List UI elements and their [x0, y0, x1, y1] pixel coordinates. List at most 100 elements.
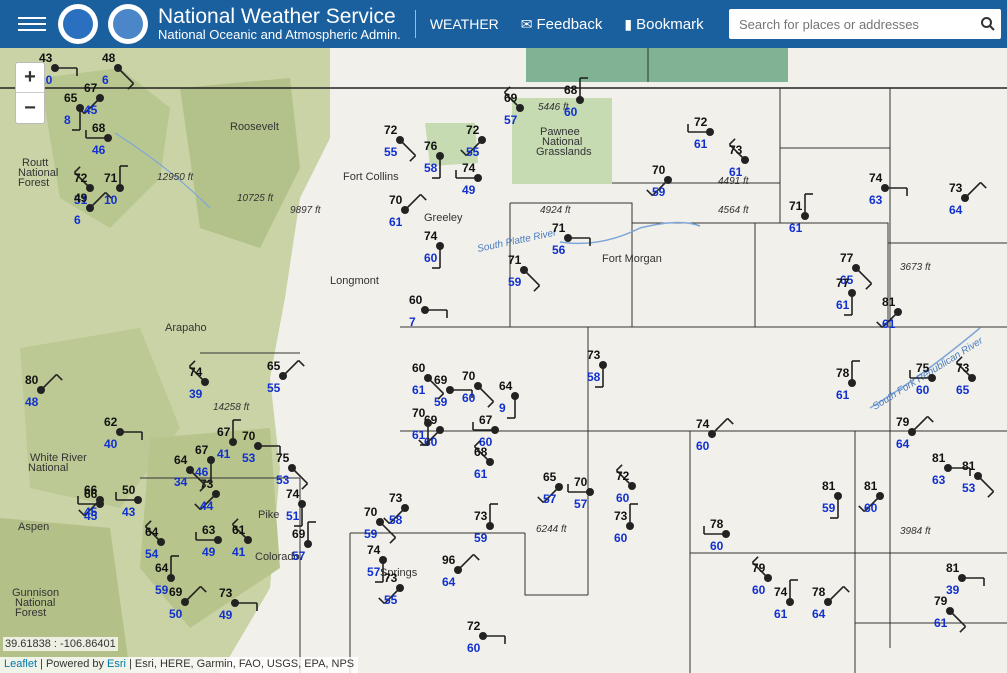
temperature-value: 50 [122, 483, 136, 497]
dewpoint-value: 60 [752, 583, 766, 597]
station-dot [86, 204, 94, 212]
dewpoint-value: 57 [367, 565, 381, 579]
zoom-out-button[interactable]: − [16, 93, 44, 123]
station-dot [401, 504, 409, 512]
temperature-value: 73 [587, 348, 601, 362]
station-dot [834, 492, 842, 500]
temperature-value: 96 [442, 553, 456, 567]
station-dot [706, 128, 714, 136]
nws-logo[interactable] [108, 4, 148, 44]
dewpoint-value: 64 [812, 607, 826, 621]
temperature-value: 81 [864, 479, 878, 493]
dewpoint-value: 55 [267, 381, 281, 395]
station-dot [212, 490, 220, 498]
station-dot [848, 289, 856, 297]
station-dot [436, 152, 444, 160]
temperature-value: 62 [104, 415, 118, 429]
temperature-value: 79 [896, 415, 910, 429]
leaflet-link[interactable]: Leaflet [4, 658, 37, 672]
station-dot [436, 426, 444, 434]
esri-link[interactable]: Esri [107, 658, 126, 672]
dewpoint-value: 63 [869, 193, 883, 207]
station-dot [958, 574, 966, 582]
dewpoint-value: 59 [364, 527, 378, 541]
temperature-value: 70 [242, 429, 256, 443]
dewpoint-value: 61 [412, 428, 426, 442]
temperature-value: 81 [962, 459, 976, 473]
station-dot [722, 530, 730, 538]
map-svg: Fort CollinsGreeleyFort MorganLongmontPa… [0, 48, 1007, 673]
bookmark-link[interactable]: ▮ Bookmark [624, 16, 703, 33]
dewpoint-value: 60 [616, 491, 630, 505]
temperature-value: 64 [145, 525, 159, 539]
feedback-link[interactable]: ✉ Feedback [521, 16, 603, 33]
place-label: Fort Collins [343, 171, 399, 183]
temperature-value: 64 [155, 561, 169, 575]
elevation-label: 4564 ft [718, 205, 750, 216]
place-label: Fort Morgan [602, 253, 662, 265]
place-label: National [28, 462, 68, 474]
station-dot [231, 599, 239, 607]
map-canvas[interactable]: Fort Collins Greeley Fort Morgan Longmont Pa… [0, 48, 1007, 673]
station-dot [564, 234, 572, 242]
dewpoint-value: 61 [774, 607, 788, 621]
station-dot [167, 574, 175, 582]
dewpoint-value: 10 [104, 193, 118, 207]
temperature-value: 70 [652, 163, 666, 177]
station-dot [852, 264, 860, 272]
station-dot [555, 483, 563, 491]
station-dot [201, 378, 209, 386]
place-label: Arapaho [165, 322, 207, 334]
temperature-value: 78 [812, 585, 826, 599]
search-input[interactable] [729, 16, 975, 32]
dewpoint-value: 60 [614, 531, 628, 545]
dewpoint-value: 51 [286, 509, 300, 523]
station-dot [288, 464, 296, 472]
station-dot [96, 496, 104, 504]
dewpoint-value: 64 [896, 437, 910, 451]
temperature-value: 74 [286, 487, 300, 501]
temperature-value: 69 [504, 91, 518, 105]
station-dot [116, 184, 124, 192]
menu-icon[interactable] [18, 13, 46, 35]
place-label: Pike [258, 509, 279, 521]
dewpoint-value: 53 [276, 473, 290, 487]
station-dot [96, 94, 104, 102]
station-dot [134, 496, 142, 504]
temperature-value: 69 [169, 585, 183, 599]
dewpoint-value: 64 [949, 203, 963, 217]
station-dot [379, 556, 387, 564]
zoom-in-button[interactable]: + [16, 63, 44, 93]
temperature-value: 70 [412, 406, 426, 420]
station-dot [479, 632, 487, 640]
header-divider [414, 10, 416, 38]
dewpoint-value: 39 [189, 387, 203, 401]
temperature-value: 65 [64, 91, 78, 105]
temperature-value: 79 [934, 594, 948, 608]
sources-text: | Esri, HERE, Garmin, FAO, USGS, EPA, NP… [129, 658, 355, 670]
dewpoint-value: 60 [710, 539, 724, 553]
temperature-value: 61 [232, 523, 246, 537]
temperature-value: 81 [946, 561, 960, 575]
dewpoint-value: 65 [956, 383, 970, 397]
elevation-label: 14258 ft [213, 402, 250, 413]
search-button[interactable] [975, 11, 1001, 37]
temperature-value: 72 [466, 123, 480, 137]
dewpoint-value: 61 [729, 165, 743, 179]
weather-menu[interactable]: WEATHER [430, 16, 499, 32]
zoom-control: + − [15, 62, 45, 124]
station-dot [229, 438, 237, 446]
temperature-value: 60 [412, 361, 426, 375]
temperature-value: 67 [195, 443, 209, 457]
dewpoint-value: 61 [836, 298, 850, 312]
temperature-value: 77 [840, 251, 854, 265]
dewpoint-value: 59 [652, 185, 666, 199]
site-title[interactable]: National Weather Service National Oceani… [158, 6, 401, 42]
noaa-logo[interactable] [58, 4, 98, 44]
station-dot [894, 308, 902, 316]
temperature-value: 71 [104, 171, 118, 185]
temperature-value: 81 [882, 295, 896, 309]
dewpoint-value: 54 [145, 547, 159, 561]
station-dot [116, 428, 124, 436]
dewpoint-value: 60 [462, 391, 476, 405]
